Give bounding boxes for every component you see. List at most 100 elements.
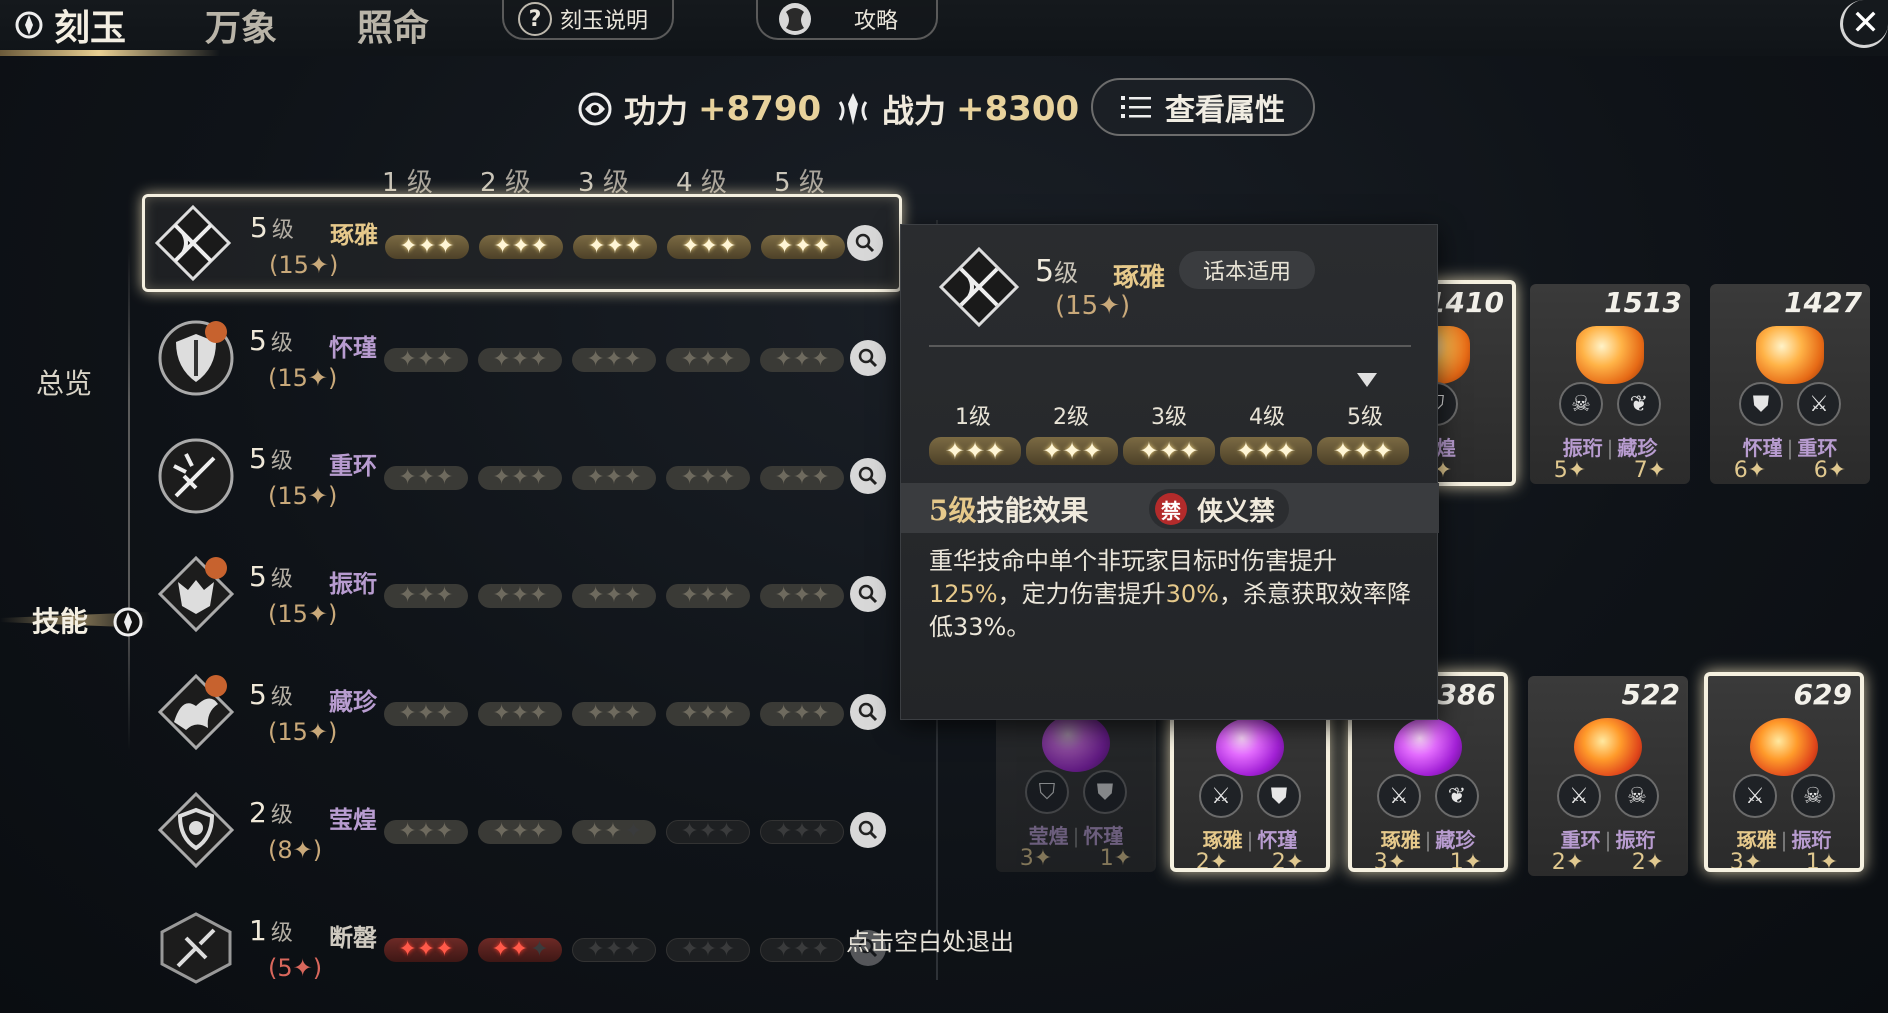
skill-name: 重环 (329, 451, 377, 480)
jade-card[interactable]: 1427 ⛊ ⚔ 怀瑾 | 重环 6✦ 6✦ (1710, 284, 1870, 484)
view-attributes-button[interactable]: 查看属性 (1091, 78, 1315, 136)
skill-star-groups: ✦✦✦ ✦✦✦ ✦✦✦ ✦✦✦ ✦✦✦ (384, 820, 844, 844)
card-skill-names: 琢雅 | 振珩 (1736, 828, 1832, 852)
jade-card[interactable]: 522 ⚔ ☠ 重环 | 振珩 2✦ 2✦ (1528, 676, 1688, 876)
compass-icon (15, 11, 43, 39)
star-group-3: ✦✦✦ (572, 938, 656, 962)
power-stat: 功力 +8790 (576, 86, 821, 132)
power-value: +8790 (698, 89, 822, 129)
beast-mask-icon: ☠ (1791, 774, 1835, 818)
star-group-3: ✦✦✦ (572, 820, 656, 844)
view-attributes-label: 查看属性 (1165, 93, 1285, 128)
guide-button-label: 攻略 (853, 9, 898, 34)
shield-icon: ⛊ (1083, 770, 1127, 814)
jade-card[interactable]: 1513 ☠ ❦ 振珩 | 藏珍 5✦ 7✦ (1530, 284, 1690, 484)
magnifier-button[interactable] (850, 458, 886, 494)
skill-level: 5级 (249, 324, 293, 357)
nav-skills[interactable]: 技能 (32, 600, 88, 640)
skill-points: (15✦) (269, 251, 339, 279)
active-tab-underline (0, 50, 220, 56)
help-button-label: 刻玉说明 (560, 9, 649, 34)
star-group-5: ✦✦✦ (760, 584, 844, 608)
magnifier-button[interactable] (850, 812, 886, 848)
crossed-swords-icon (938, 246, 1020, 328)
search-icon (858, 348, 878, 368)
power-label: 功力 (624, 92, 689, 130)
broken-sword-icon (160, 912, 232, 984)
question-icon: ? (518, 2, 552, 36)
magnifier-button[interactable] (847, 225, 883, 261)
tooltip-level-label: 5级 (1347, 405, 1383, 430)
skill-row-zhonghuan[interactable]: 5级 重环 (15✦) ✦✦✦ ✦✦✦ ✦✦✦ ✦✦✦ ✦✦✦ (144, 428, 900, 524)
tab-wanxiang-label: 万象 (205, 7, 278, 49)
skill-name: 琢雅 (330, 220, 378, 249)
skill-row-zhuoya[interactable]: 5级 琢雅 (15✦) ✦✦✦ ✦✦✦ ✦✦✦ ✦✦✦ ✦✦✦ (142, 194, 902, 292)
skill-points: (15✦) (268, 482, 338, 510)
skill-name: 藏珍 (329, 687, 377, 716)
nav-overview[interactable]: 总览 (36, 362, 92, 402)
magnifier-button[interactable] (850, 576, 886, 612)
guide-button[interactable]: 攻略 (756, 0, 938, 40)
shield-icon (158, 320, 234, 396)
star-group-2: ✦✦✦ (478, 820, 562, 844)
tooltip-divider (929, 345, 1411, 347)
beast-mask-icon: ☠ (1615, 774, 1659, 818)
tab-keyu[interactable]: 刻玉 (14, 0, 126, 50)
sword-burst-icon (158, 438, 234, 514)
search-icon (858, 820, 878, 840)
shield-icon: ⛊ (1739, 382, 1783, 426)
close-button[interactable]: ✕ (1840, 0, 1888, 48)
skill-row-duanqing[interactable]: 1级 断罄 (5✦) ✦✦✦ ✦✦ ✦ ✦✦✦ ✦✦✦ ✦✦✦ (144, 900, 900, 996)
nav-skills-label: 技能 (32, 605, 89, 638)
skill-row-cangzhen[interactable]: 5级 藏珍 (15✦) ✦✦✦ ✦✦✦ ✦✦✦ ✦✦✦ ✦✦✦ (144, 664, 900, 760)
purple-gem-icon (1394, 718, 1462, 776)
guide-logo-icon (779, 3, 811, 35)
tab-zhaoming[interactable]: 照命 (357, 0, 429, 50)
star-group-1: ✦✦✦ (929, 437, 1021, 465)
tooltip-level-labels: 1级 2级 3级 4级 5级 (929, 399, 1409, 431)
card-skill-counts: 3✦ 1✦ (1373, 850, 1483, 872)
orange-gem-icon (1576, 326, 1644, 384)
beast-mask-icon (157, 555, 235, 633)
card-skill-counts: 2✦ 2✦ (1195, 850, 1305, 872)
card-skill-names: 重环 | 振珩 (1560, 828, 1656, 852)
star-group-3: ✦✦✦ (572, 348, 656, 372)
magnifier-button[interactable] (850, 340, 886, 376)
effect-title: 5级技能效果 (929, 494, 1089, 527)
effect-description: 重华技命中单个非玩家目标时伤害提升125%，定力伤害提升30%，杀意获取效率降低… (929, 547, 1411, 641)
star-group-5: ✦✦✦ (1317, 437, 1409, 465)
card-skill-counts: 6✦ 6✦ (1733, 458, 1847, 483)
skill-level: 2级 (249, 796, 293, 829)
skill-name: 断罄 (329, 923, 377, 952)
skill-row-yinghuang[interactable]: 2级 莹煌 (8✦) ✦✦✦ ✦✦✦ ✦✦ ✦ ✦✦✦ ✦✦✦ (144, 782, 900, 878)
skill-points: (15✦) (268, 364, 338, 392)
star-group-3: ✦✦✦ (573, 235, 657, 259)
skill-row-huaijin[interactable]: 5级 怀瑾 (15✦) ✦✦✦ ✦✦✦ ✦✦✦ ✦✦✦ ✦✦✦ (144, 310, 900, 406)
star-group-5: ✦✦✦ (760, 820, 844, 844)
skill-star-groups: ✦✦✦ ✦✦✦ ✦✦✦ ✦✦✦ ✦✦✦ (384, 466, 844, 490)
beast-mask-icon: ☠ (1559, 382, 1603, 426)
star-group-3: ✦✦✦ (572, 702, 656, 726)
skill-star-groups: ✦✦✦ ✦✦✦ ✦✦✦ ✦✦✦ ✦✦✦ (384, 702, 844, 726)
star-group-5: ✦✦✦ (760, 466, 844, 490)
top-bar (0, 0, 1888, 56)
combat-stat: 战力 +8300 (834, 86, 1079, 132)
skill-star-groups: ✦✦✦ ✦✦✦ ✦✦✦ ✦✦✦ ✦✦✦ (385, 235, 845, 259)
power-icon (578, 92, 612, 126)
skill-level: 5级 (249, 560, 293, 593)
star-group-4: ✦✦✦ (666, 348, 750, 372)
skill-level: 5级 (249, 442, 293, 475)
search-icon (855, 233, 875, 253)
skill-level: 1级 (249, 914, 293, 947)
ban-icon: 禁 (1155, 493, 1187, 525)
star-group-2: ✦✦✦ (1026, 437, 1118, 465)
magnifier-button[interactable] (850, 694, 886, 730)
help-button[interactable]: ? 刻玉说明 (502, 0, 674, 40)
purple-gem-icon (1216, 718, 1284, 776)
tooltip-skill-name: 琢雅 (1113, 263, 1166, 293)
skill-row-zhenheng[interactable]: 5级 振珩 (15✦) ✦✦✦ ✦✦✦ ✦✦✦ ✦✦✦ ✦✦✦ (144, 546, 900, 642)
jade-card[interactable]: 629 ⚔ ☠ 琢雅 | 振珩 3✦ 1✦ (1704, 672, 1864, 872)
tab-wanxiang[interactable]: 万象 (205, 0, 277, 50)
card-skill-icons: ⛊ ⚔ (1710, 382, 1870, 426)
close-icon: ✕ (1851, 2, 1880, 43)
